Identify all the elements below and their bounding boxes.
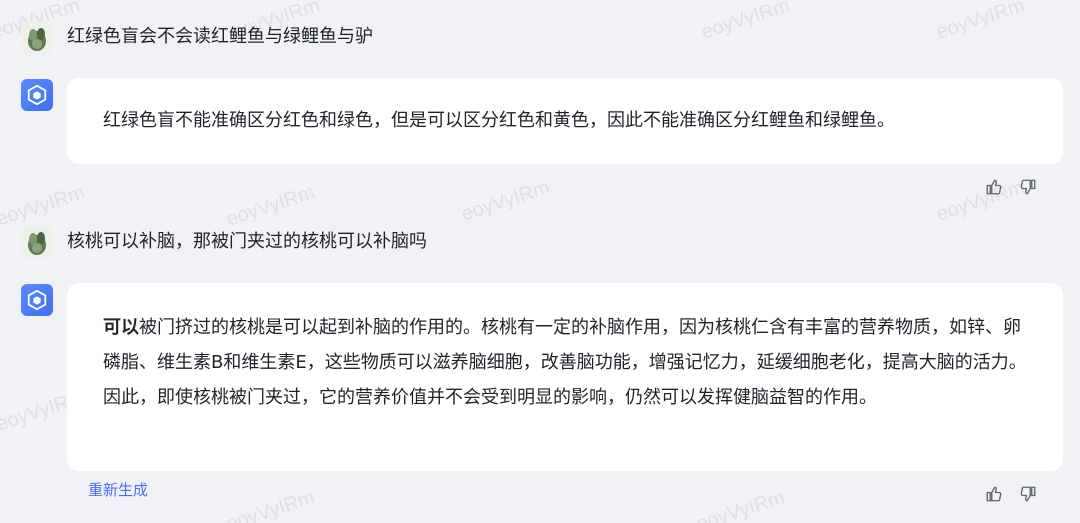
cube-logo-icon xyxy=(27,289,47,311)
thumbs-up-icon[interactable] xyxy=(983,483,1005,505)
bot-message-2-text: 可以被门挤过的核桃是可以起到补脑的作用的。核桃有一定的补脑作用，因为核桃仁含有丰… xyxy=(103,310,1027,415)
user-message-1: 红绿色盲会不会读红鲤鱼与绿鲤鱼与驴 xyxy=(67,26,373,47)
bot-message-1-text: 红绿色盲不能准确区分红色和绿色，但是可以区分红色和黄色，因此不能准确区分红鲤鱼和… xyxy=(103,110,895,131)
plant-avatar-icon xyxy=(21,22,53,54)
watermark: eoyVyIRm xyxy=(458,176,553,226)
user-message-2: 核桃可以补脑，那被门夹过的核桃可以补脑吗 xyxy=(67,231,427,252)
bot-message-1: 红绿色盲不能准确区分红色和绿色，但是可以区分红色和黄色，因此不能准确区分红鲤鱼和… xyxy=(67,78,1063,164)
cube-logo-icon xyxy=(27,84,47,106)
user-avatar xyxy=(21,226,53,258)
bot-message-2: 可以被门挤过的核桃是可以起到补脑的作用的。核桃有一定的补脑作用，因为核桃仁含有丰… xyxy=(67,283,1063,471)
watermark: eoyVyIRm xyxy=(0,181,88,231)
message-1-actions xyxy=(983,176,1039,198)
thumbs-down-icon[interactable] xyxy=(1017,176,1039,198)
watermark: eoyVyIRm xyxy=(698,0,793,44)
user-avatar xyxy=(21,22,53,54)
bot-avatar xyxy=(21,79,53,111)
thumbs-up-icon[interactable] xyxy=(983,176,1005,198)
plant-avatar-icon xyxy=(21,226,53,258)
watermark: eoyVyIRm xyxy=(933,0,1028,44)
regenerate-button[interactable]: 重新生成 xyxy=(88,479,148,500)
answer-body: 被门挤过的核桃是可以起到补脑的作用的。核桃有一定的补脑作用，因为核桃仁含有丰富的… xyxy=(103,317,1027,408)
thumbs-down-icon[interactable] xyxy=(1017,483,1039,505)
watermark: eoyVyIRm xyxy=(693,486,788,523)
answer-emphasis: 可以 xyxy=(103,317,139,338)
message-2-actions xyxy=(983,483,1039,505)
watermark: eoyVyIRm xyxy=(223,486,318,523)
bot-avatar xyxy=(21,284,53,316)
watermark: eoyVyIRm xyxy=(223,181,318,231)
